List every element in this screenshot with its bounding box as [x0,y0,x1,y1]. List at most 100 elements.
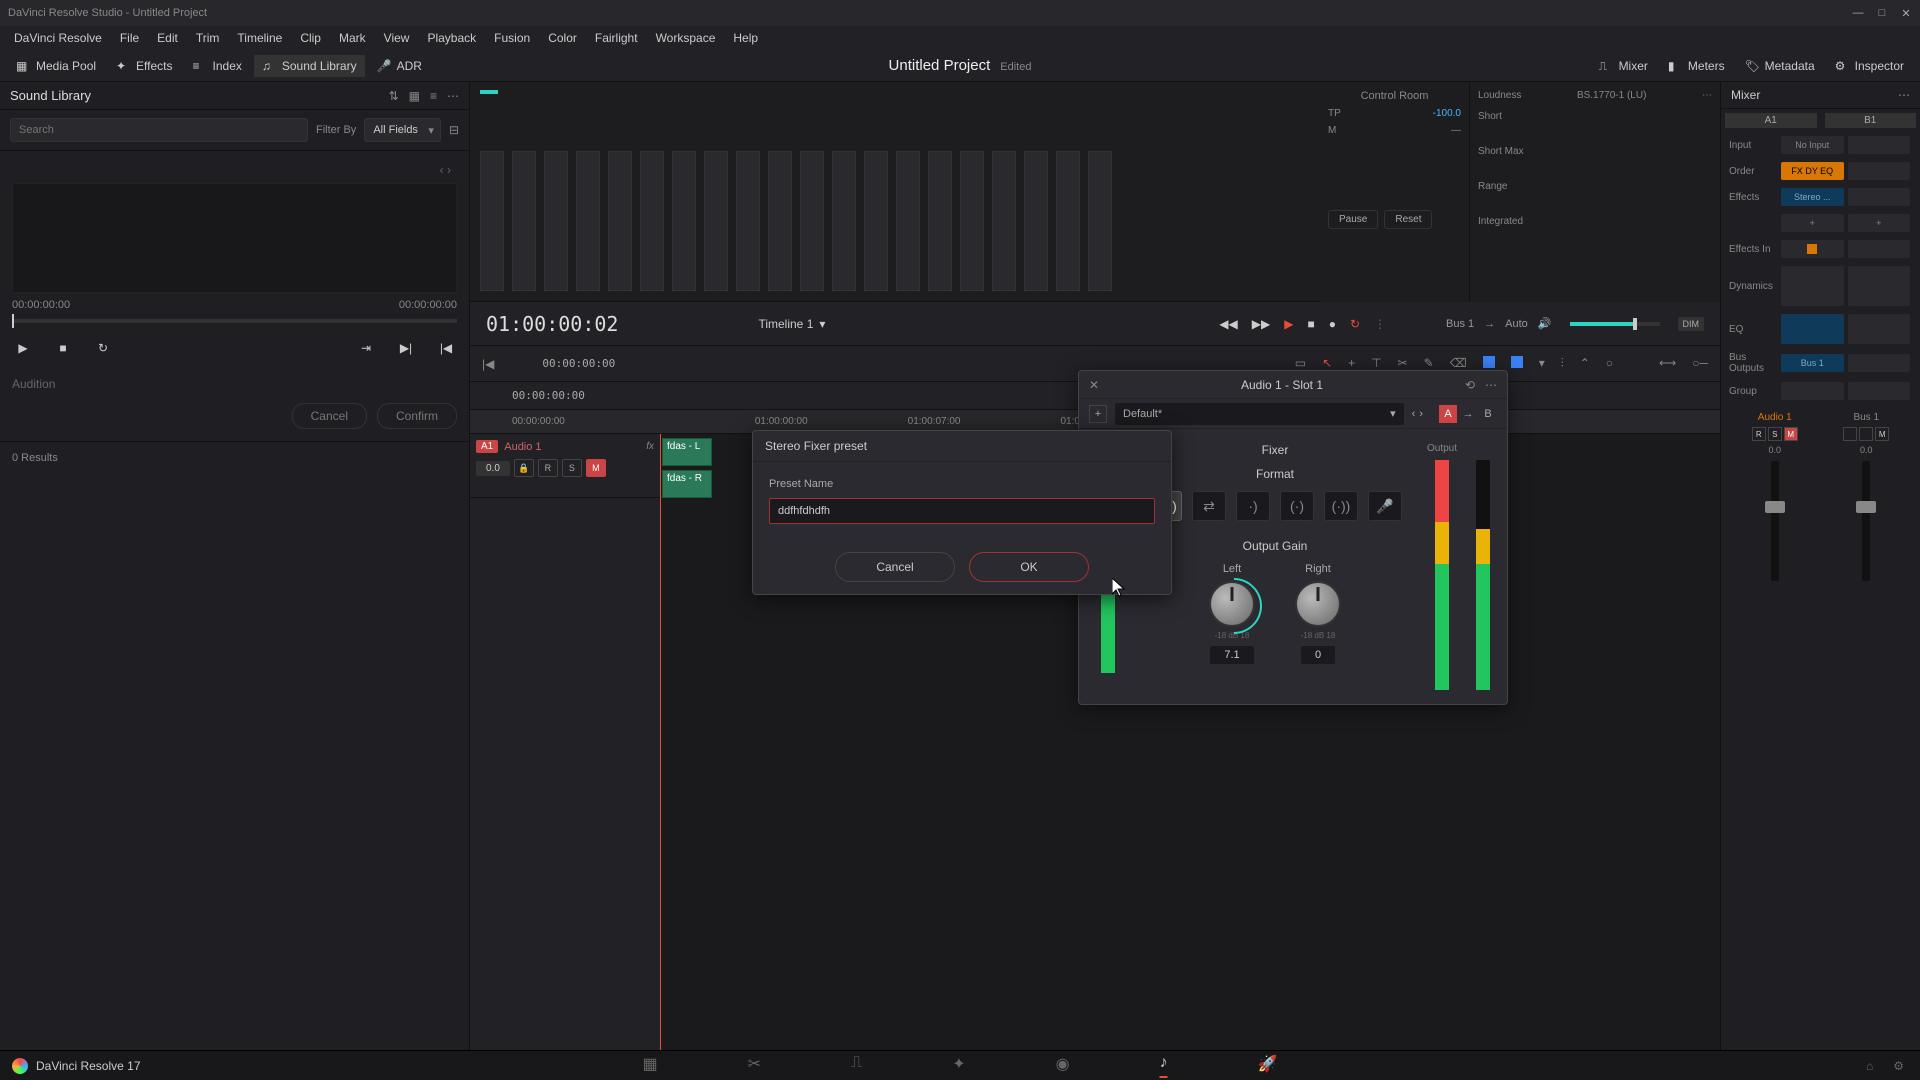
volume-slider[interactable] [1570,322,1660,326]
dim-button[interactable]: DIM [1678,317,1705,331]
menu-item[interactable]: Trim [188,28,228,48]
add-effect-button[interactable]: + [1781,214,1844,232]
minimize-icon[interactable]: — [1852,7,1864,19]
next-clip-icon[interactable]: ▶| [395,337,417,359]
deliver-page-icon[interactable]: 🚀 [1258,1054,1278,1078]
timeline-view-icon[interactable]: ▭ [1295,356,1306,371]
eraser-tool-icon[interactable]: ⌫ [1450,356,1467,371]
options-icon[interactable]: ⋯ [447,89,459,103]
preset-name-input[interactable] [769,498,1155,524]
adr-button[interactable]: 🎤ADR [369,55,430,77]
solo-button[interactable]: S [562,459,582,477]
home-icon[interactable]: ⌂ [1866,1059,1873,1073]
play-icon[interactable]: ▶ [12,337,34,359]
search-input[interactable] [10,118,308,142]
cut-page-icon[interactable]: ✂ [748,1054,761,1078]
fader-slider[interactable] [1771,461,1779,581]
format-mic-button[interactable]: 🎤 [1368,491,1402,521]
track-badge[interactable]: A1 [476,440,498,453]
prev-clip-icon[interactable]: |◀ [435,337,457,359]
audio-clip[interactable]: fdas - L [662,438,712,466]
cancel-button[interactable]: Cancel [835,552,955,582]
speaker-icon[interactable]: 🔊 [1538,317,1552,330]
options-icon[interactable]: ⋯ [1485,378,1497,392]
edit-page-icon[interactable]: ⎍ [851,1054,862,1078]
menu-item[interactable]: Color [540,28,585,48]
bus-output-cell[interactable]: Bus 1 [1781,354,1844,372]
main-timecode[interactable]: 01:00:00:02 [486,312,618,336]
fusion-page-icon[interactable]: ✦ [952,1054,965,1078]
pointer-tool-icon[interactable]: ↖ [1322,356,1332,371]
list-view-icon[interactable]: ≡ [430,89,437,103]
right-gain-knob[interactable] [1295,581,1341,627]
forward-icon[interactable]: ▶▶ [1252,317,1270,331]
sound-library-button[interactable]: ♫Sound Library [254,55,365,77]
reset-button[interactable]: Reset [1384,210,1432,229]
menu-item[interactable]: View [376,28,418,48]
menu-item[interactable]: Playback [419,28,484,48]
meters-button[interactable]: ▮Meters [1660,55,1733,77]
cancel-button[interactable]: Cancel [292,403,367,429]
sort-icon[interactable]: ⇅ [389,89,399,103]
track-db[interactable]: 0.0 [476,461,510,476]
rewind-icon[interactable]: ◀◀ [1219,317,1237,331]
mute-button[interactable]: M [586,459,606,477]
auto-label[interactable]: Auto [1505,318,1528,330]
format-side-button[interactable]: (·)) [1324,491,1358,521]
format-swap-button[interactable]: ⇄ [1192,491,1226,521]
flag-blue-icon[interactable] [1483,356,1495,368]
settings-icon[interactable]: ⚙ [1893,1059,1904,1073]
track-name[interactable]: Audio 1 [504,441,541,453]
pause-button[interactable]: Pause [1328,210,1378,229]
playhead[interactable] [660,434,661,1050]
menu-item[interactable]: Fusion [486,28,538,48]
left-gain-value[interactable]: 7.1 [1210,646,1253,664]
marker-blue-icon[interactable] [1511,356,1523,368]
timecode-2[interactable]: 00:00:00:00 [512,389,585,402]
fairlight-page-icon[interactable]: ♪ [1160,1054,1168,1078]
fx-label[interactable]: fx [646,441,654,452]
timeline-selector[interactable]: Timeline 1▾ [758,317,825,331]
maximize-icon[interactable]: □ [1876,7,1888,19]
stop-icon[interactable]: ■ [52,337,74,359]
loop-icon[interactable]: ↻ [92,337,114,359]
loop-icon[interactable]: ↻ [1350,317,1360,331]
fader-slider[interactable] [1862,461,1870,581]
close-icon[interactable]: ✕ [1900,7,1912,19]
index-button[interactable]: ≡Index [185,55,250,77]
lock-icon[interactable]: 🔒 [514,459,534,477]
prev-icon[interactable]: ‹ [440,163,444,177]
bus-badge[interactable]: B1 [1825,113,1917,128]
mixer-button[interactable]: ⎍Mixer [1591,55,1656,77]
left-gain-knob[interactable] [1209,581,1255,627]
filter-dropdown[interactable]: All Fields [364,118,441,142]
effects-button[interactable]: ✦Effects [108,55,180,77]
menu-item[interactable]: Timeline [229,28,290,48]
menu-item[interactable]: Help [725,28,766,48]
range-tool-icon[interactable]: ⊤ [1371,356,1381,371]
effects-in-cell[interactable] [1781,240,1844,258]
to-timeline-icon[interactable]: ⇥ [355,337,377,359]
menu-item[interactable]: Edit [149,28,186,48]
menu-item[interactable]: Clip [292,28,329,48]
media-pool-button[interactable]: ▦Media Pool [8,55,104,77]
audio-clip[interactable]: fdas - R [662,470,712,498]
timecode-1[interactable]: 00:00:00:00 [542,357,615,370]
ok-button[interactable]: OK [969,552,1089,582]
next-preset-icon[interactable]: › [1419,408,1423,420]
menu-item[interactable]: Fairlight [587,28,646,48]
add-marker-icon[interactable]: + [1348,356,1355,371]
stop-icon[interactable]: ■ [1307,317,1314,331]
automation-icon[interactable]: ⋮ [1374,317,1386,331]
group-cell[interactable] [1781,382,1844,400]
input-cell[interactable]: No Input [1781,136,1844,154]
color-page-icon[interactable]: ◉ [1056,1054,1070,1078]
options-icon[interactable]: ⋯ [1898,88,1910,102]
add-preset-button[interactable]: + [1089,405,1107,423]
grid-view-icon[interactable]: ▦ [409,89,420,103]
effects-cell[interactable]: Stereo ... [1781,188,1844,206]
options-icon[interactable]: ⋯ [1702,90,1712,101]
transient-icon[interactable]: ⫶ [1561,356,1564,371]
format-mono-button[interactable]: (·) [1280,491,1314,521]
right-gain-value[interactable]: 0 [1301,646,1335,664]
